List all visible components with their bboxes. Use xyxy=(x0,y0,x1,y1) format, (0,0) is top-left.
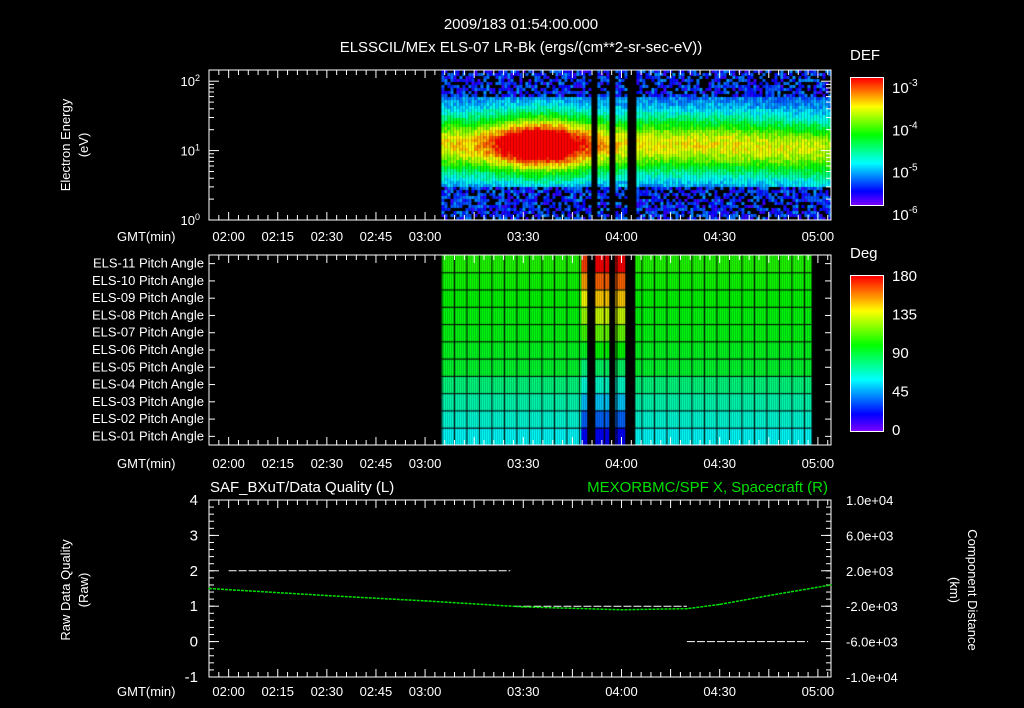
time-tick-label: 04:30 xyxy=(703,456,736,471)
quality-left-tick-label: -1 xyxy=(185,669,198,686)
deg-colorbar-tick-label: 45 xyxy=(892,384,909,401)
time-tick-label: 02:45 xyxy=(360,684,393,699)
time-axis-label-2: GMT(min) xyxy=(117,456,176,471)
quality-title-left: SAF_BXuT/Data Quality (L) xyxy=(210,479,394,496)
pitch-angle-row-label: ELS-10 Pitch Angle xyxy=(92,273,204,288)
pitch-angle-row-label: ELS-11 Pitch Angle xyxy=(93,256,204,271)
quality-left-tick-label: 1 xyxy=(190,598,198,615)
pitch-angle-row-label: ELS-05 Pitch Angle xyxy=(92,359,204,374)
plot-subtitle: ELSSCIL/MEx ELS-07 LR-Bk (ergs/(cm**2-sr… xyxy=(340,39,703,56)
time-tick-label: 03:30 xyxy=(507,684,540,699)
time-tick-label: 04:30 xyxy=(703,684,736,699)
pitch-angle-row-label: ELS-09 Pitch Angle xyxy=(92,290,204,305)
quality-left-tick-label: 3 xyxy=(190,527,198,544)
energy-ylabel: Electron Energy xyxy=(58,98,73,191)
pitch-angle-panel: Deg xyxy=(208,245,878,446)
quality-right-tick-label: 1.0e+04 xyxy=(846,493,893,508)
plot-title: 2009/183 01:54:00.000 xyxy=(444,16,598,33)
quality-panel-frame xyxy=(208,499,832,678)
time-tick-label: 02:00 xyxy=(212,684,245,699)
time-tick-label: 05:00 xyxy=(802,229,835,244)
def-colorbar-tick-label: 10-5 xyxy=(892,163,918,182)
quality-right-tick-label: -1.0e+04 xyxy=(846,670,898,685)
energy-tick-label: 101 xyxy=(181,143,200,159)
pitch-panel-frame xyxy=(208,254,832,446)
time-tick-label: 02:45 xyxy=(360,456,393,471)
energy-yunit: (eV) xyxy=(76,133,91,158)
spf-x-point xyxy=(830,584,832,586)
deg-colorbar-tick-label: 180 xyxy=(892,268,917,285)
quality-ylabel-right: Component Distance xyxy=(965,529,980,650)
quality-right-tick-label: -6.0e+03 xyxy=(846,635,898,650)
deg-colorbar-label: Deg xyxy=(850,245,878,262)
spf-x-point xyxy=(620,608,623,611)
quality-left-tick-label: 0 xyxy=(190,634,198,651)
time-tick-label: 04:00 xyxy=(605,229,638,244)
time-tick-label: 02:00 xyxy=(212,456,245,471)
time-tick-label: 04:00 xyxy=(605,684,638,699)
deg-colorbar-tick-label: 90 xyxy=(892,345,909,362)
energy-tick-label: 100 xyxy=(181,212,200,228)
time-tick-label: 03:30 xyxy=(507,456,540,471)
time-tick-label: 02:45 xyxy=(360,229,393,244)
time-tick-label: 02:15 xyxy=(261,456,294,471)
quality-yunit-right: (km) xyxy=(947,577,962,603)
spf-x-point xyxy=(522,606,525,608)
quality-right-tick-label: 2.0e+03 xyxy=(846,564,893,579)
deg-colorbar-tick-label: 0 xyxy=(892,422,900,439)
time-tick-label: 02:00 xyxy=(212,229,245,244)
spf-x-point xyxy=(686,607,688,610)
spf-x-point xyxy=(718,603,721,606)
quality-ylabel-left: Raw Data Quality xyxy=(58,539,73,641)
time-tick-label: 03:00 xyxy=(409,456,442,471)
def-colorbar-tick-label: 10-6 xyxy=(892,205,918,224)
pitch-angle-row-label: ELS-06 Pitch Angle xyxy=(92,342,204,357)
time-tick-label: 02:30 xyxy=(311,456,344,471)
time-tick-label: 02:15 xyxy=(261,684,294,699)
time-tick-label: 04:30 xyxy=(703,229,736,244)
quality-left-tick-label: 4 xyxy=(190,492,198,509)
pitch-angle-row-label: ELS-01 Pitch Angle xyxy=(92,428,204,443)
time-axis-label-1: GMT(min) xyxy=(117,229,176,244)
spf-x-point xyxy=(208,587,210,590)
energy-tick-label: 102 xyxy=(181,73,200,89)
plot-overlay: 2009/183 01:54:00.000 ELSSCIL/MEx ELS-07… xyxy=(58,16,980,699)
pitch-angle-row-label: ELS-02 Pitch Angle xyxy=(92,411,204,426)
time-tick-label: 05:00 xyxy=(802,684,835,699)
quality-left-tick-label: 2 xyxy=(190,563,198,580)
quality-title-right: MEXORBMC/SPF X, Spacecraft (R) xyxy=(587,479,828,496)
quality-yunit-left: (Raw) xyxy=(76,573,91,608)
time-tick-label: 05:00 xyxy=(802,456,835,471)
pitch-angle-row-label: ELS-07 Pitch Angle xyxy=(92,325,204,340)
spf-x-point xyxy=(326,594,328,597)
quality-right-tick-label: -2.0e+03 xyxy=(846,599,898,614)
energy-panel: Electron Energy (eV) DEF xyxy=(58,47,880,221)
time-tick-label: 03:30 xyxy=(507,229,540,244)
spf-x-point xyxy=(424,600,426,602)
time-axis-label-3: GMT(min) xyxy=(117,684,176,699)
pitch-angle-row-label: ELS-08 Pitch Angle xyxy=(92,307,204,322)
time-tick-label: 02:15 xyxy=(261,229,294,244)
time-tick-label: 02:30 xyxy=(311,684,344,699)
def-colorbar-tick-label: 10-4 xyxy=(892,120,918,139)
spf-x-point xyxy=(768,594,770,597)
pitch-angle-row-label: ELS-04 Pitch Angle xyxy=(92,377,204,392)
def-colorbar-tick-label: 10-3 xyxy=(892,78,918,97)
energy-panel-frame xyxy=(208,69,832,221)
time-tick-label: 02:30 xyxy=(311,229,344,244)
time-tick-label: 04:00 xyxy=(605,456,638,471)
deg-colorbar-tick-label: 135 xyxy=(892,307,917,324)
time-tick-label: 03:00 xyxy=(409,229,442,244)
pitch-angle-row-label: ELS-03 Pitch Angle xyxy=(92,394,204,409)
quality-right-tick-label: 6.0e+03 xyxy=(846,528,893,543)
def-colorbar-label: DEF xyxy=(850,47,880,64)
time-tick-label: 03:00 xyxy=(409,684,442,699)
